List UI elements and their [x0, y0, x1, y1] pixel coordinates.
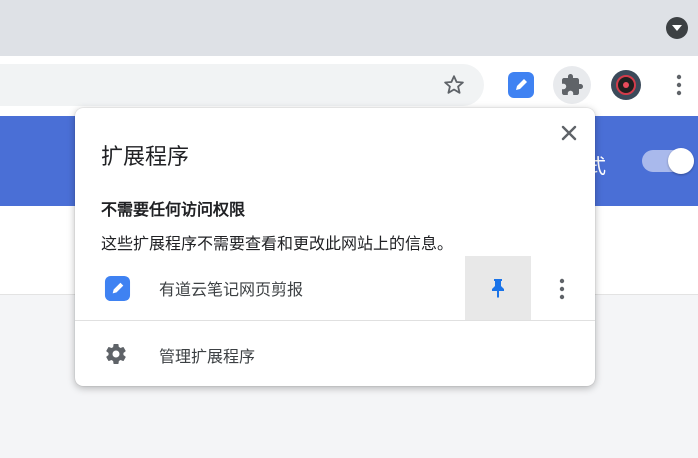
pin-icon — [492, 279, 504, 298]
chevron-down-icon — [672, 25, 682, 31]
extensions-popup: 扩展程序 不需要任何访问权限 这些扩展程序不需要查看和更改此网站上的信息。 有道… — [75, 108, 595, 386]
browser-menu-button[interactable] — [660, 66, 698, 104]
extension-row-youdao[interactable]: 有道云笔记网页剪报 — [75, 256, 595, 320]
manage-extensions-row[interactable]: 管理扩展程序 — [75, 321, 595, 385]
puzzle-icon — [562, 74, 583, 95]
tab-search-button[interactable] — [666, 17, 688, 39]
avatar — [611, 70, 641, 100]
star-icon[interactable] — [442, 73, 466, 97]
gear-icon — [106, 344, 126, 365]
mode-toggle[interactable] — [642, 148, 694, 174]
section-heading: 不需要任何访问权限 — [101, 200, 246, 219]
manage-extensions-label: 管理扩展程序 — [159, 347, 256, 366]
more-vert-icon — [559, 278, 565, 300]
close-icon — [561, 125, 577, 141]
profile-button[interactable] — [607, 66, 645, 104]
browser-toolbar — [0, 56, 698, 116]
extensions-button[interactable] — [553, 66, 591, 104]
extension-name: 有道云笔记网页剪报 — [159, 280, 304, 299]
toggle-knob — [668, 148, 694, 174]
section-description: 这些扩展程序不需要查看和更改此网站上的信息。 — [101, 234, 454, 253]
more-vert-icon — [676, 74, 682, 96]
pin-button[interactable] — [465, 256, 531, 320]
youdao-extension-button[interactable] — [502, 66, 540, 104]
tab-strip — [0, 0, 698, 56]
youdao-note-icon — [508, 72, 534, 98]
popup-title: 扩展程序 — [101, 145, 190, 170]
address-bar[interactable] — [0, 64, 484, 106]
youdao-note-icon — [104, 275, 131, 302]
extension-more-button[interactable] — [547, 274, 577, 304]
close-button[interactable] — [556, 120, 582, 146]
